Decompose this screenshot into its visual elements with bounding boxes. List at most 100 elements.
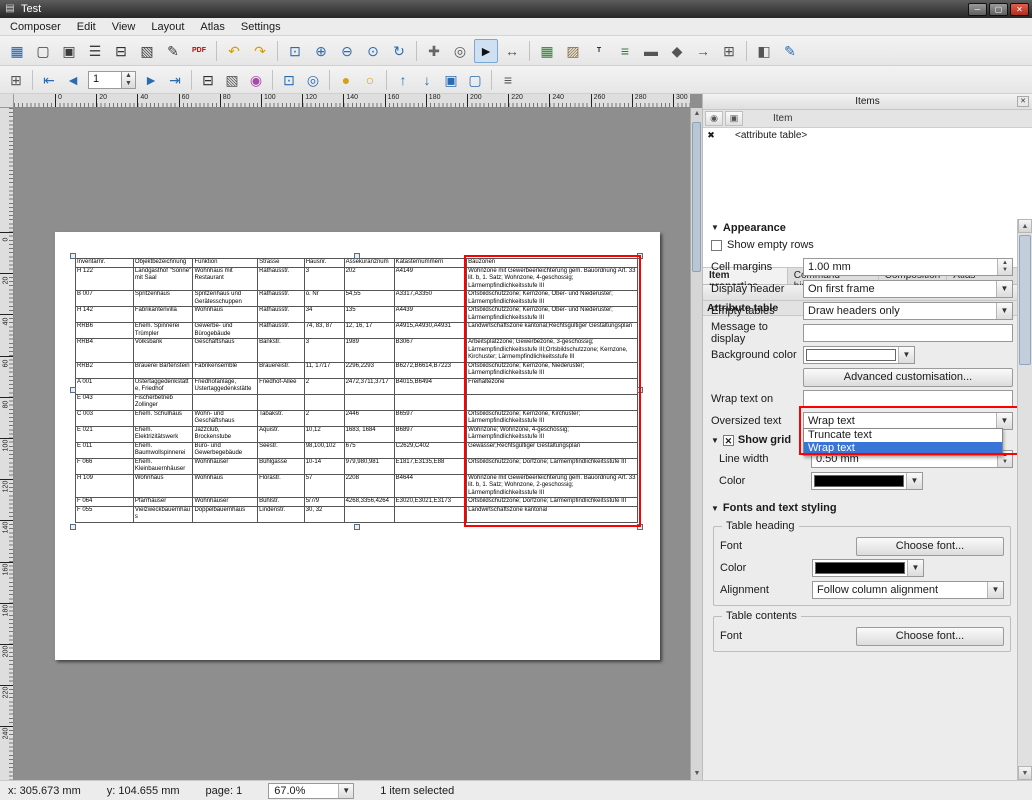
zoom-combobox[interactable]: 67.0% ▼: [268, 783, 354, 799]
scrollbar-thumb[interactable]: [1019, 235, 1031, 365]
group-items-button[interactable]: ▣: [440, 69, 462, 91]
minimize-button[interactable]: ─: [968, 3, 987, 16]
background-color-button[interactable]: ▼: [803, 346, 915, 364]
add-basic-shape-button[interactable]: ◆: [665, 39, 689, 63]
list-item[interactable]: ✖ <attribute table>: [703, 128, 1032, 143]
menu-view[interactable]: View: [104, 19, 144, 35]
atlas-first-feature-button[interactable]: ⇤: [38, 69, 60, 91]
scrollbar-thumb[interactable]: [692, 122, 701, 272]
composition-view[interactable]: Inventarnr.ObjektbezeichnungFunktionStra…: [14, 108, 690, 780]
ungroup-items-button[interactable]: ▢: [464, 69, 486, 91]
wrap-text-on-input[interactable]: [803, 390, 1013, 408]
redo-button[interactable]: ↷: [248, 39, 272, 63]
resize-handle[interactable]: [354, 253, 360, 259]
add-attribute-table-button[interactable]: ⊞: [717, 39, 741, 63]
move-item-content-tool-button[interactable]: ↔: [500, 39, 524, 63]
add-new-legend-button[interactable]: ≡: [613, 39, 637, 63]
zoom-to-region-button[interactable]: ◎: [302, 69, 324, 91]
appearance-group-header[interactable]: ▼ Appearance: [711, 221, 1013, 234]
toolbar-separator: [272, 70, 273, 90]
menu-atlas[interactable]: Atlas: [192, 19, 232, 35]
add-scalebar-button[interactable]: ▬: [639, 39, 663, 63]
zoom-actual-size-button[interactable]: ⊙: [361, 39, 385, 63]
undo-button[interactable]: ↶: [222, 39, 246, 63]
resize-handle[interactable]: [637, 253, 643, 259]
add-label-button[interactable]: T: [587, 39, 611, 63]
menu-composer[interactable]: Composer: [2, 19, 69, 35]
display-header-combobox[interactable]: On first frame ▼: [803, 280, 1013, 298]
select-move-item-tool-button[interactable]: ►: [474, 39, 498, 63]
canvas-vertical-scrollbar[interactable]: ▲ ▼: [690, 108, 702, 780]
spinner-arrows-icon[interactable]: ▲▼: [997, 259, 1012, 275]
table-cell: Ehem. Baumwollspinnerei: [133, 442, 193, 458]
show-grid-checkbox[interactable]: ✕: [723, 435, 734, 446]
duplicate-composition-button[interactable]: ▣: [57, 39, 81, 63]
zoom-full-extent-button[interactable]: ⊡: [283, 39, 307, 63]
atlas-previous-feature-button[interactable]: ◄: [62, 69, 84, 91]
atlas-last-feature-button[interactable]: ⇥: [164, 69, 186, 91]
heading-choose-font-button[interactable]: Choose font...: [856, 537, 1004, 556]
close-icon[interactable]: ✕: [1017, 96, 1029, 107]
print-atlas-button[interactable]: ⊟: [197, 69, 219, 91]
unlock-all-items-button[interactable]: ○: [359, 69, 381, 91]
grid-color-button[interactable]: ▼: [811, 472, 923, 490]
empty-tables-combobox[interactable]: Draw headers only ▼: [803, 302, 1013, 320]
composition-manager-button[interactable]: ☰: [83, 39, 107, 63]
dropdown-option[interactable]: Truncate text: [804, 429, 1002, 442]
panel-vertical-scrollbar[interactable]: ▲ ▼: [1017, 219, 1032, 780]
zoom-tool-button[interactable]: ◎: [448, 39, 472, 63]
align-items-button[interactable]: ≡: [497, 69, 519, 91]
print-composition-button[interactable]: ⊟: [109, 39, 133, 63]
add-image-button[interactable]: ▨: [561, 39, 585, 63]
item-visibility-checkbox[interactable]: ✖: [703, 130, 719, 141]
show-empty-rows-checkbox[interactable]: [711, 240, 722, 251]
export-atlas-button[interactable]: ▧: [221, 69, 243, 91]
maximize-button[interactable]: ▢: [989, 3, 1008, 16]
heading-alignment-combobox[interactable]: Follow column alignment ▼: [812, 581, 1004, 599]
add-html-frame-button[interactable]: ◧: [752, 39, 776, 63]
new-composition-button[interactable]: ▢: [31, 39, 55, 63]
contents-choose-font-button[interactable]: Choose font...: [856, 627, 1004, 646]
pan-tool-button[interactable]: ✚: [422, 39, 446, 63]
resize-handle[interactable]: [637, 387, 643, 393]
resize-handle[interactable]: [354, 524, 360, 530]
heading-color-button[interactable]: ▼: [812, 559, 924, 577]
lower-selected-items-button[interactable]: ↓: [416, 69, 438, 91]
menu-edit[interactable]: Edit: [69, 19, 104, 35]
raise-selected-items-button[interactable]: ↑: [392, 69, 414, 91]
message-to-display-input[interactable]: [803, 324, 1013, 342]
export-as-pdf-button[interactable]: PDF: [187, 39, 211, 63]
save-composition-button[interactable]: ▦: [5, 39, 29, 63]
advanced-customisation-button[interactable]: Advanced customisation...: [803, 368, 1013, 387]
zoom-to-selected-item-button[interactable]: ⊡: [278, 69, 300, 91]
fonts-group-header[interactable]: ▼ Fonts and text styling: [711, 500, 1013, 516]
atlas-next-feature-button[interactable]: ►: [140, 69, 162, 91]
lock-selected-items-button[interactable]: ●: [335, 69, 357, 91]
resize-handle[interactable]: [70, 524, 76, 530]
menu-layout[interactable]: Layout: [143, 19, 192, 35]
export-as-svg-button[interactable]: ✎: [161, 39, 185, 63]
lock-icon[interactable]: ▣: [725, 111, 743, 126]
cell-margins-spinbox[interactable]: 1.00 mm ▲▼: [803, 258, 1013, 276]
resize-handle[interactable]: [70, 387, 76, 393]
attribute-table-item[interactable]: Inventarnr.ObjektbezeichnungFunktionStra…: [75, 258, 638, 523]
spinner-arrows-icon[interactable]: ▲▼: [122, 71, 136, 89]
scroll-up-icon[interactable]: ▲: [1018, 219, 1032, 233]
resize-handle[interactable]: [70, 253, 76, 259]
export-as-image-button[interactable]: ▧: [135, 39, 159, 63]
atlas-preview-button[interactable]: ◉: [245, 69, 267, 91]
add-new-map-button[interactable]: ▦: [535, 39, 559, 63]
close-button[interactable]: ✕: [1010, 3, 1029, 16]
menu-settings[interactable]: Settings: [233, 19, 289, 35]
edit-nodes-item-button[interactable]: ✎: [778, 39, 802, 63]
add-arrow-button[interactable]: →: [691, 39, 715, 63]
atlas-page-spinbox[interactable]: 1▲▼: [88, 71, 136, 89]
refresh-view-button[interactable]: ↻: [387, 39, 411, 63]
zoom-out-button[interactable]: ⊖: [335, 39, 359, 63]
atlas-settings-button[interactable]: ⊞: [5, 69, 27, 91]
resize-handle[interactable]: [637, 524, 643, 530]
zoom-in-button[interactable]: ⊕: [309, 39, 333, 63]
scroll-down-icon[interactable]: ▼: [1018, 766, 1032, 780]
eye-icon[interactable]: ◉: [705, 111, 723, 126]
dropdown-option[interactable]: Wrap text: [804, 442, 1002, 455]
